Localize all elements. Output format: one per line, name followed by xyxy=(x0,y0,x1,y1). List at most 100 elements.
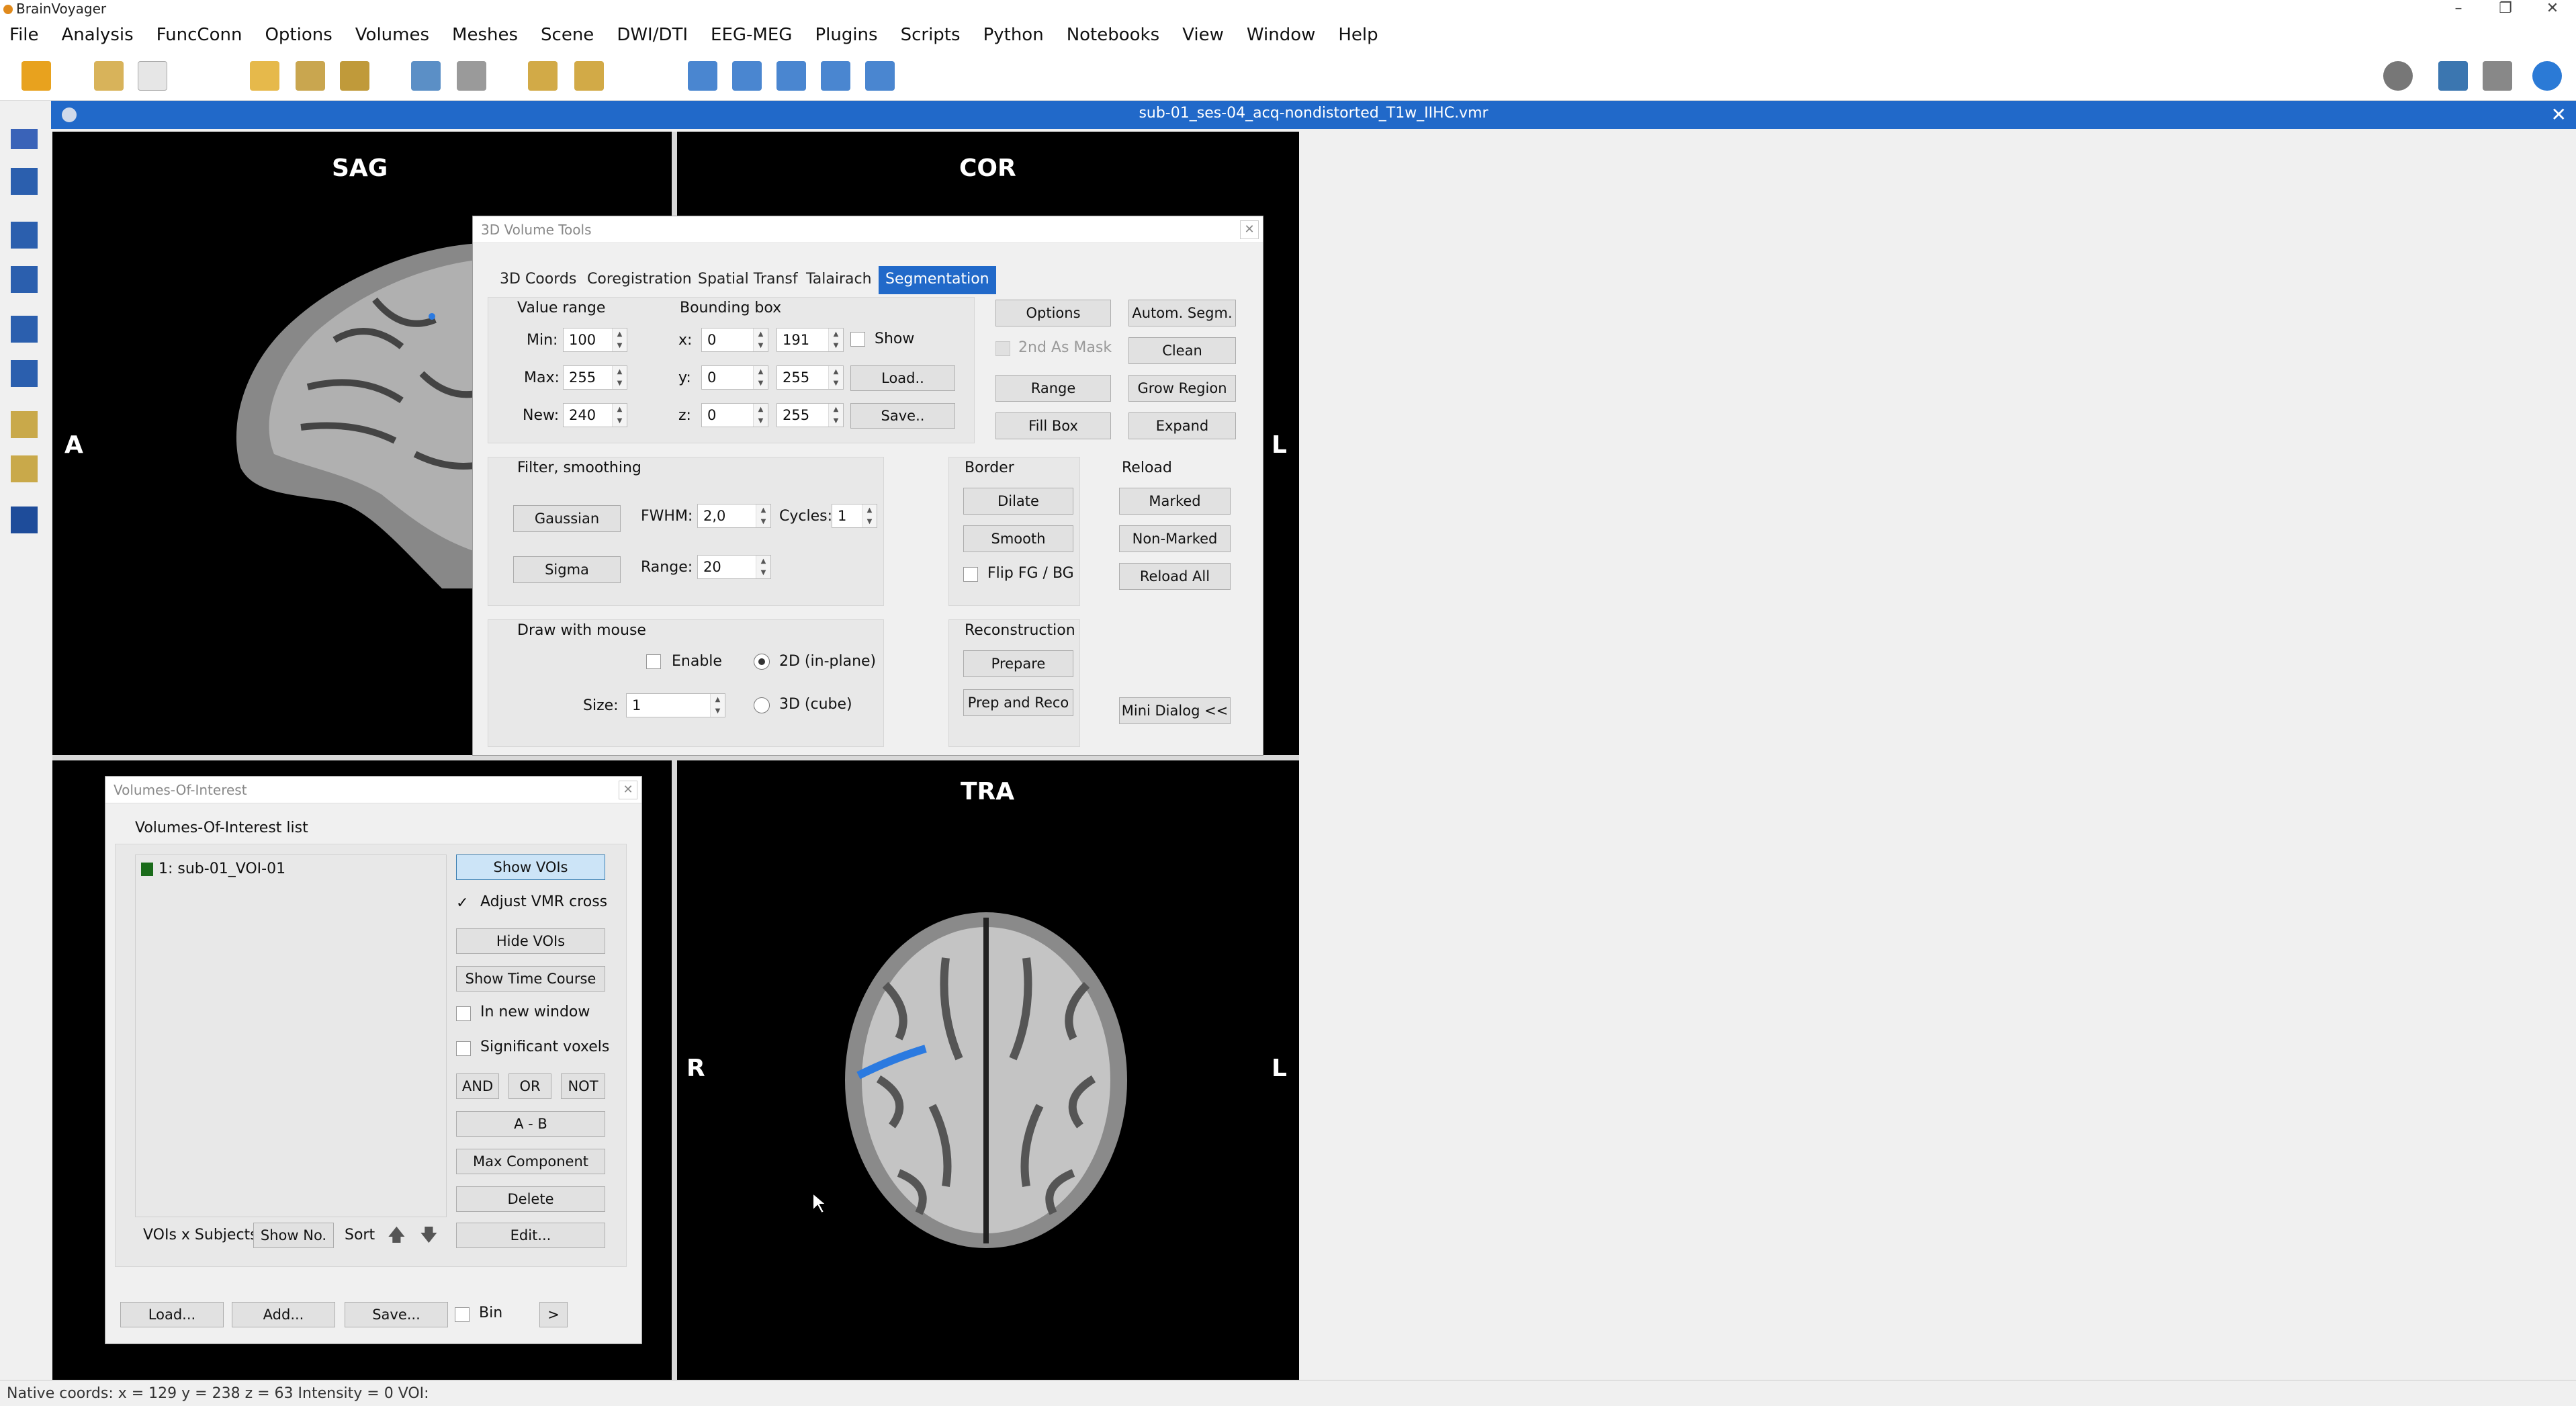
tab-talairach[interactable]: Talairach xyxy=(799,266,879,294)
vmr-icon[interactable] xyxy=(11,129,38,149)
hide-vois-button[interactable]: Hide VOIs xyxy=(456,928,605,954)
menu-file[interactable]: File xyxy=(9,25,39,45)
adjust-cross-checkmark-icon[interactable]: ✓ xyxy=(456,895,468,912)
tab-segmentation[interactable]: Segmentation xyxy=(879,266,996,294)
view-layout-2-icon[interactable] xyxy=(11,266,38,293)
menu-python[interactable]: Python xyxy=(983,25,1044,45)
a-minus-b-button[interactable]: A - B xyxy=(456,1111,605,1137)
menu-eeg-meg[interactable]: EEG-MEG xyxy=(711,25,792,45)
wand-icon[interactable] xyxy=(94,61,124,91)
show-time-course-button[interactable]: Show Time Course xyxy=(456,966,605,992)
gear-icon[interactable] xyxy=(2383,61,2413,91)
close-document-icon[interactable]: ✕ xyxy=(2551,103,2567,126)
chart-icon[interactable] xyxy=(21,61,51,91)
draw-2d-radio[interactable] xyxy=(754,654,770,670)
reload-all-button[interactable]: Reload All xyxy=(1119,563,1231,590)
bbox-x-min-input[interactable]: 0 ▲ ▼ xyxy=(701,328,768,352)
significant-voxels-checkbox[interactable] xyxy=(456,1041,471,1056)
cycles-input[interactable]: 1 ▲ ▼ xyxy=(832,504,877,528)
minimize-button[interactable]: – xyxy=(2438,0,2479,18)
more-button[interactable]: > xyxy=(539,1302,568,1327)
layout-single-icon[interactable] xyxy=(688,61,717,91)
gaussian-button[interactable]: Gaussian xyxy=(513,505,621,532)
voi-list[interactable]: 1: sub-01_VOI-01 xyxy=(135,854,447,1217)
save-icon[interactable] xyxy=(340,61,369,91)
bbox-load-button[interactable]: Load.. xyxy=(850,365,955,391)
prep-and-reco-button[interactable]: Prep and Reco xyxy=(963,689,1073,716)
grow-region-button[interactable]: Grow Region xyxy=(1128,375,1236,402)
fill-box-button[interactable]: Fill Box xyxy=(995,412,1111,439)
layout-corner-icon[interactable] xyxy=(821,61,850,91)
brain-open-icon[interactable] xyxy=(411,61,441,91)
menu-scripts[interactable]: Scripts xyxy=(901,25,961,45)
bbox-z-max-input[interactable]: 255 ▲ ▼ xyxy=(776,403,844,427)
smooth-button[interactable]: Smooth xyxy=(963,525,1073,552)
voi-titlebar[interactable]: Volumes-Of-Interest ✕ xyxy=(105,777,641,803)
reload-marked-button[interactable]: Marked xyxy=(1119,488,1231,515)
bbox-y-min-input[interactable]: 0 ▲ ▼ xyxy=(701,365,768,390)
enable-draw-checkbox[interactable] xyxy=(646,654,661,669)
menu-view[interactable]: View xyxy=(1182,25,1224,45)
tab-3d-coords[interactable]: 3D Coords xyxy=(493,266,583,294)
sigma-button[interactable]: Sigma xyxy=(513,556,621,583)
max-value-input[interactable]: 255 ▲ ▼ xyxy=(563,365,627,390)
fwhm-input[interactable]: 2,0 ▲ ▼ xyxy=(697,504,771,528)
menu-options[interactable]: Options xyxy=(265,25,332,45)
show-vois-button[interactable]: Show VOIs xyxy=(456,854,605,880)
tab-coregistration[interactable]: Coregistration xyxy=(580,266,699,294)
notebook-icon[interactable] xyxy=(2483,61,2512,91)
menu-dwi-dti[interactable]: DWI/DTI xyxy=(617,25,688,45)
new-document-icon[interactable] xyxy=(138,61,167,91)
voi-add-button[interactable]: Add... xyxy=(232,1302,335,1327)
new-project-icon[interactable] xyxy=(296,61,325,91)
restore-button[interactable]: ❐ xyxy=(2485,0,2526,18)
close-window-button[interactable]: ✕ xyxy=(2532,0,2573,18)
sort-up-arrow-icon[interactable]: 🡅 xyxy=(388,1223,406,1252)
prepare-button[interactable]: Prepare xyxy=(963,650,1073,677)
list-item[interactable]: 1: sub-01_VOI-01 xyxy=(138,859,445,881)
min-value-input[interactable]: 100 ▲ ▼ xyxy=(563,328,627,352)
filter-range-input[interactable]: 20 ▲ ▼ xyxy=(697,555,771,579)
bbox-y-max-input[interactable]: 255 ▲ ▼ xyxy=(776,365,844,390)
menu-analysis[interactable]: Analysis xyxy=(62,25,134,45)
menu-plugins[interactable]: Plugins xyxy=(815,25,877,45)
bbox-save-button[interactable]: Save.. xyxy=(850,403,955,429)
voi-load-button[interactable]: Load... xyxy=(120,1302,224,1327)
expand-button[interactable]: Expand xyxy=(1128,412,1236,439)
menu-scene[interactable]: Scene xyxy=(541,25,594,45)
layout-split-icon[interactable] xyxy=(732,61,762,91)
view-layout-3-icon[interactable] xyxy=(11,316,38,343)
dilate-button[interactable]: Dilate xyxy=(963,488,1073,515)
brain-save-icon[interactable] xyxy=(457,61,486,91)
script-open-icon[interactable] xyxy=(528,61,558,91)
bbox-show-checkbox[interactable] xyxy=(850,332,865,347)
edit-button[interactable]: Edit... xyxy=(456,1223,605,1248)
draw-3d-radio[interactable] xyxy=(754,697,770,713)
options-button[interactable]: Options xyxy=(995,300,1111,326)
layout-quad-icon[interactable] xyxy=(865,61,895,91)
new-window-checkbox[interactable] xyxy=(456,1006,471,1021)
brain-slice-icon[interactable] xyxy=(11,411,38,438)
bbox-x-max-input[interactable]: 191 ▲ ▼ xyxy=(776,328,844,352)
or-button[interactable]: OR xyxy=(508,1073,551,1099)
volume-tools-close-button[interactable]: ✕ xyxy=(1240,220,1259,239)
menu-funcconn[interactable]: FuncConn xyxy=(157,25,242,45)
dice-icon[interactable] xyxy=(11,507,38,533)
bbox-z-min-input[interactable]: 0 ▲ ▼ xyxy=(701,403,768,427)
not-button[interactable]: NOT xyxy=(561,1073,605,1099)
layout-bottom-icon[interactable] xyxy=(776,61,806,91)
sort-down-arrow-icon[interactable]: 🡇 xyxy=(420,1223,438,1252)
brush-size-input[interactable]: 1 ▲ ▼ xyxy=(626,693,725,717)
mini-dialog-button[interactable]: Mini Dialog << xyxy=(1119,697,1231,724)
volume-tools-titlebar[interactable]: 3D Volume Tools ✕ xyxy=(473,216,1263,243)
tab-spatial-transf[interactable]: Spatial Transf xyxy=(691,266,805,294)
second-as-mask-checkbox[interactable] xyxy=(995,341,1010,356)
voi-save-button[interactable]: Save... xyxy=(345,1302,448,1327)
delete-button[interactable]: Delete xyxy=(456,1186,605,1212)
menu-window[interactable]: Window xyxy=(1247,25,1316,45)
clean-button[interactable]: Clean xyxy=(1128,337,1236,364)
brain-slice-2-icon[interactable] xyxy=(11,455,38,482)
open-folder-icon[interactable] xyxy=(250,61,279,91)
max-component-button[interactable]: Max Component xyxy=(456,1149,605,1174)
menu-help[interactable]: Help xyxy=(1338,25,1378,45)
